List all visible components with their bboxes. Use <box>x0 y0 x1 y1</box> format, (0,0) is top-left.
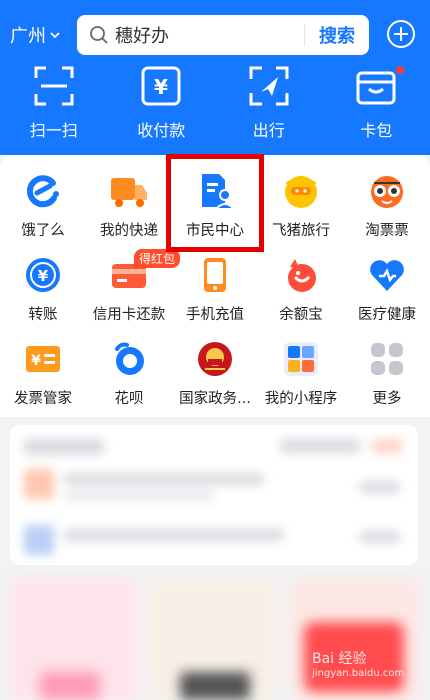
grid-item-yuebao[interactable]: 余额宝 <box>258 255 344 339</box>
watermark-brand: Bai 经验 <box>312 651 367 667</box>
grid-item-label: 花呗 <box>114 391 144 407</box>
add-icon[interactable] <box>386 19 416 49</box>
grid-item-more[interactable]: 更多 <box>344 339 430 423</box>
grid-item-label: 飞猪旅行 <box>272 223 330 239</box>
grid-item-label: 饿了么 <box>21 223 65 239</box>
grid-item-label: 发票管家 <box>14 391 72 407</box>
grid-item-label: 我的小程序 <box>264 391 338 407</box>
grid-item-label: 余额宝 <box>279 307 323 323</box>
payment-icon: ¥ <box>141 66 181 106</box>
svg-text:¥: ¥ <box>154 75 168 99</box>
top-header: 广州 穗好办 搜索 扫一扫 ¥ 收付款 出行 卡包 <box>0 0 430 155</box>
grid-item-mini-programs[interactable]: 我的小程序 <box>258 339 344 423</box>
svg-text:¥: ¥ <box>31 353 41 369</box>
top-bar: 广州 穗好办 搜索 <box>0 12 430 56</box>
search-input[interactable]: 穗好办 <box>115 22 304 48</box>
grid-item-label: 信用卡还款 <box>92 307 166 323</box>
grid-item-eleme[interactable]: 饿了么 <box>0 171 86 255</box>
grid-item-label: 医疗健康 <box>358 307 416 323</box>
grid-item-label: 淘票票 <box>365 223 409 239</box>
blurred-bottom-content <box>0 572 430 700</box>
quick-scan-label: 扫一扫 <box>29 121 78 140</box>
scan-icon <box>34 66 74 106</box>
notification-dot <box>394 64 406 76</box>
quick-travel[interactable]: 出行 <box>215 65 323 145</box>
grid-item-label: 手机充值 <box>186 307 244 323</box>
transfer-icon: ¥ <box>26 258 60 292</box>
quick-payment-label: 收付款 <box>137 121 186 140</box>
quick-travel-label: 出行 <box>252 121 285 140</box>
grid-item-label: 我的快递 <box>100 223 158 239</box>
grid-item-fliggy[interactable]: 飞猪旅行 <box>258 171 344 255</box>
blurred-content-card <box>10 425 418 565</box>
search-button[interactable]: 搜索 <box>305 22 369 48</box>
city-selector[interactable]: 广州 <box>10 22 60 48</box>
quick-scan[interactable]: 扫一扫 <box>0 65 108 145</box>
quick-card-wallet[interactable]: 卡包 <box>323 65 430 145</box>
watermark-url: jingyan.baidu.com <box>312 668 405 679</box>
grid-item-credit-card[interactable]: 得红包 信用卡还款 <box>86 249 181 339</box>
grid-item-huabei[interactable]: 花呗 <box>86 339 172 423</box>
invoice-icon: ¥ <box>26 346 60 372</box>
grid-item-national-gov[interactable]: 国家政务... <box>172 339 258 423</box>
card-wallet-icon <box>356 71 396 105</box>
delivery-truck-icon <box>111 178 147 207</box>
taopiaopiao-icon <box>371 176 403 208</box>
grid-item-phone-recharge[interactable]: 手机充值 <box>172 255 258 339</box>
blurred-content <box>10 425 418 565</box>
grid-item-label: 国家政务... <box>179 391 251 407</box>
quick-payment[interactable]: ¥ 收付款 <box>108 65 216 145</box>
grid-item-delivery[interactable]: 我的快递 <box>86 171 172 255</box>
medical-health-icon <box>370 260 404 291</box>
quick-actions: 扫一扫 ¥ 收付款 出行 卡包 <box>0 65 430 145</box>
huabei-icon <box>115 342 144 375</box>
search-bar[interactable]: 穗好办 搜索 <box>77 15 369 55</box>
mini-programs-icon <box>284 342 318 376</box>
grid-item-medical-health[interactable]: 医疗健康 <box>344 255 430 339</box>
city-label: 广州 <box>10 26 46 47</box>
fliggy-icon <box>285 176 317 208</box>
watermark: Bai 经验 jingyan.baidu.com <box>312 648 404 679</box>
highlight-box <box>166 154 264 252</box>
more-icon <box>371 343 403 375</box>
quick-card-wallet-label: 卡包 <box>360 121 393 140</box>
eleme-icon <box>26 175 59 208</box>
travel-icon <box>249 66 289 106</box>
grid-item-taopiaopiao[interactable]: 淘票票 <box>344 171 430 255</box>
svg-text:¥: ¥ <box>38 267 49 285</box>
grid-item-invoice[interactable]: ¥ 发票管家 <box>0 339 86 423</box>
national-gov-icon <box>198 342 232 376</box>
chevron-down-icon <box>50 32 60 39</box>
search-icon <box>90 26 108 44</box>
grid-item-transfer[interactable]: ¥ 转账 <box>0 255 86 339</box>
grid-item-label: 更多 <box>372 391 402 407</box>
grid-item-label: 转账 <box>28 307 58 323</box>
yuebao-icon <box>288 259 316 292</box>
blurred-bottom-row <box>0 572 430 700</box>
phone-recharge-icon <box>204 258 226 292</box>
